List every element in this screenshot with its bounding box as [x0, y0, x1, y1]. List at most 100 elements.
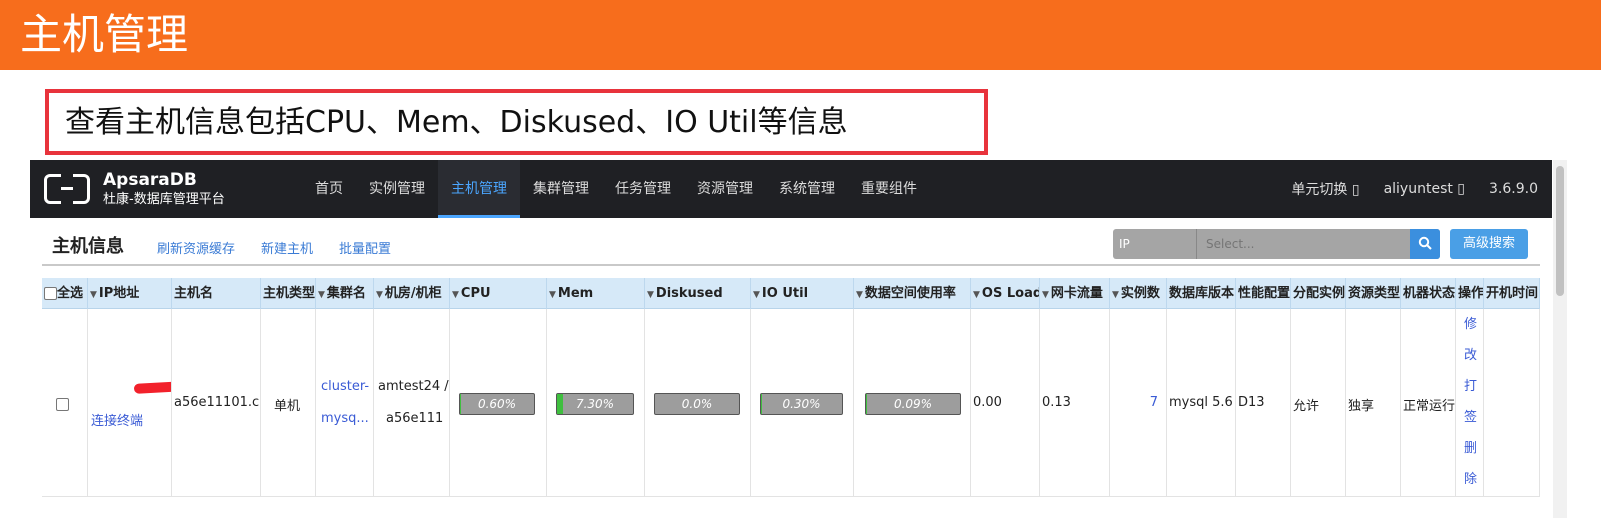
sort-caret-icon: ▼ — [647, 290, 654, 300]
callout-text: 查看主机信息包括CPU、Mem、Diskused、IO Util等信息 — [65, 105, 848, 140]
user-menu[interactable]: aliyuntest ▯ — [1384, 181, 1465, 197]
nav-item-tasks[interactable]: 任务管理 — [602, 160, 684, 218]
col-select-all[interactable]: 全选 — [42, 278, 88, 309]
divider — [42, 264, 1540, 266]
col-alloc[interactable]: 分配实例 — [1291, 278, 1346, 309]
instances-cell: 7 — [1110, 309, 1167, 497]
sort-caret-icon: ▼ — [973, 290, 980, 300]
col-rack[interactable]: ▼ 机房/机柜 — [374, 278, 450, 309]
col-host-type[interactable]: 主机类型 — [261, 278, 316, 309]
alloc-cell: 允许 — [1291, 309, 1346, 497]
cluster-link-cont[interactable]: mysq... — [321, 411, 369, 426]
nav-item-components[interactable]: 重要组件 — [848, 160, 930, 218]
db-version-cell: mysql 5.6 — [1167, 309, 1236, 497]
col-io-util[interactable]: ▼ IO Util — [751, 278, 854, 309]
nav-item-clusters[interactable]: 集群管理 — [520, 160, 602, 218]
new-host-link[interactable]: 新建主机 — [261, 238, 313, 257]
advanced-search-button[interactable]: 高级搜索 — [1450, 229, 1528, 259]
tag-link-cont[interactable]: 签 — [1464, 402, 1483, 433]
nav-item-hosts[interactable]: 主机管理 — [438, 160, 520, 218]
col-cluster[interactable]: ▼ 集群名 — [316, 278, 374, 309]
slide-title: 主机管理 — [20, 10, 189, 59]
res-type-cell: 独享 — [1346, 309, 1401, 497]
status-text: 正常运行 — [1403, 399, 1456, 414]
io-progress-bar: 0.30% — [760, 393, 843, 415]
col-res-type[interactable]: 资源类型 — [1346, 278, 1401, 309]
col-mem[interactable]: ▼ Mem — [547, 278, 645, 309]
os-load-cell: 0.00 — [971, 309, 1040, 497]
row-checkbox[interactable] — [56, 398, 69, 411]
col-instances[interactable]: ▼ 实例数 — [1110, 278, 1167, 309]
app-window: ApsaraDB 杜康-数据库管理平台 首页 实例管理 主机管理 集群管理 任务… — [30, 160, 1552, 518]
cluster-cell: cluster- mysq... — [316, 309, 374, 497]
apsara-logo-icon — [44, 173, 90, 205]
top-navbar: ApsaraDB 杜康-数据库管理平台 首页 实例管理 主机管理 集群管理 任务… — [30, 160, 1552, 218]
hostname-cell: a56e11101.cl... — [172, 309, 261, 497]
mem-progress-bar: 7.30% — [556, 393, 634, 415]
mem-cell: 7.30% — [547, 309, 645, 497]
col-boot-time[interactable]: 开机时间 — [1484, 278, 1540, 309]
nav-item-system[interactable]: 系统管理 — [766, 160, 848, 218]
nav-menu: 首页 实例管理 主机管理 集群管理 任务管理 资源管理 系统管理 重要组件 — [302, 160, 930, 218]
hostname-text: a56e11101.cl... — [174, 395, 260, 410]
instances-link[interactable]: 7 — [1150, 395, 1158, 410]
nav-item-instances[interactable]: 实例管理 — [356, 160, 438, 218]
nav-item-resources[interactable]: 资源管理 — [684, 160, 766, 218]
data-space-cell: 0.09% — [854, 309, 971, 497]
col-perf[interactable]: 性能配置 — [1236, 278, 1291, 309]
unit-switch-menu[interactable]: 单元切换 ▯ — [1291, 179, 1359, 199]
ip-cell: 连接终端 — [88, 309, 172, 497]
nav-item-home[interactable]: 首页 — [302, 160, 356, 218]
version-label: 3.6.9.0 — [1489, 181, 1538, 197]
connect-terminal-link[interactable]: 连接终端 — [91, 414, 143, 429]
page-scrollbar[interactable] — [1553, 160, 1567, 518]
search-icon — [1418, 236, 1432, 250]
col-cpu[interactable]: ▼ CPU — [450, 278, 547, 309]
cpu-value: 0.60% — [477, 397, 517, 411]
scrollbar-thumb[interactable] — [1556, 166, 1564, 296]
edit-link-cont[interactable]: 改 — [1464, 340, 1483, 371]
search-field-select[interactable]: IP — [1113, 229, 1197, 259]
edit-link[interactable]: 修 — [1464, 309, 1483, 340]
col-db-version[interactable]: 数据库版本 — [1167, 278, 1236, 309]
brand-subtitle: 杜康-数据库管理平台 — [103, 192, 225, 207]
delete-link[interactable]: 删 — [1464, 433, 1483, 464]
host-table: 全选 ▼ IP地址 主机名 主机类型 ▼ 集群名 ▼ 机房/机柜 ▼ CPU ▼ Mem … — [42, 278, 1540, 518]
data-space-progress-bar: 0.09% — [865, 393, 961, 415]
delete-link-cont[interactable]: 除 — [1464, 464, 1483, 495]
action-links: 刷新资源缓存 新建主机 批量配置 — [157, 238, 391, 257]
res-type-text: 独享 — [1348, 399, 1375, 414]
io-cell: 0.30% — [751, 309, 854, 497]
col-status[interactable]: 机器状态 — [1401, 278, 1456, 309]
alloc-text: 允许 — [1293, 399, 1320, 414]
callout-box: 查看主机信息包括CPU、Mem、Diskused、IO Util等信息 — [45, 89, 988, 155]
refresh-cache-link[interactable]: 刷新资源缓存 — [157, 238, 235, 257]
nav-right: 单元切换 ▯ aliyuntest ▯ 3.6.9.0 — [1291, 160, 1538, 218]
col-os-load[interactable]: ▼ OS Load — [971, 278, 1040, 309]
table-header: 全选 ▼ IP地址 主机名 主机类型 ▼ 集群名 ▼ 机房/机柜 ▼ CPU ▼ Mem … — [42, 278, 1540, 309]
select-all-checkbox[interactable] — [44, 287, 57, 300]
cpu-progress-bar: 0.60% — [459, 393, 535, 415]
tag-link[interactable]: 打 — [1464, 371, 1483, 402]
search-input[interactable] — [1198, 229, 1408, 259]
nic-cell: 0.13 — [1040, 309, 1110, 497]
col-ip[interactable]: ▼ IP地址 — [88, 278, 172, 309]
col-nic[interactable]: ▼ 网卡流量 — [1040, 278, 1110, 309]
os-load-text: 0.00 — [973, 395, 1002, 410]
col-hostname[interactable]: 主机名 — [172, 278, 261, 309]
batch-config-link[interactable]: 批量配置 — [339, 238, 391, 257]
col-data-space[interactable]: ▼ 数据空间使用率 — [854, 278, 971, 309]
sort-caret-icon: ▼ — [1042, 290, 1049, 300]
slide-header: 主机管理 — [0, 0, 1601, 70]
rack-text: amtest24 / — [378, 379, 449, 394]
col-diskused[interactable]: ▼ Diskused — [645, 278, 751, 309]
disk-cell: 0.0% — [645, 309, 751, 497]
sort-caret-icon: ▼ — [753, 290, 760, 300]
mem-value: 7.30% — [575, 397, 615, 411]
cpu-cell: 0.60% — [450, 309, 547, 497]
search-button[interactable] — [1410, 229, 1440, 259]
cluster-link[interactable]: cluster- — [321, 379, 369, 394]
data-space-value: 0.09% — [893, 397, 933, 411]
row-select-cell — [42, 309, 88, 497]
sort-caret-icon: ▼ — [549, 290, 556, 300]
